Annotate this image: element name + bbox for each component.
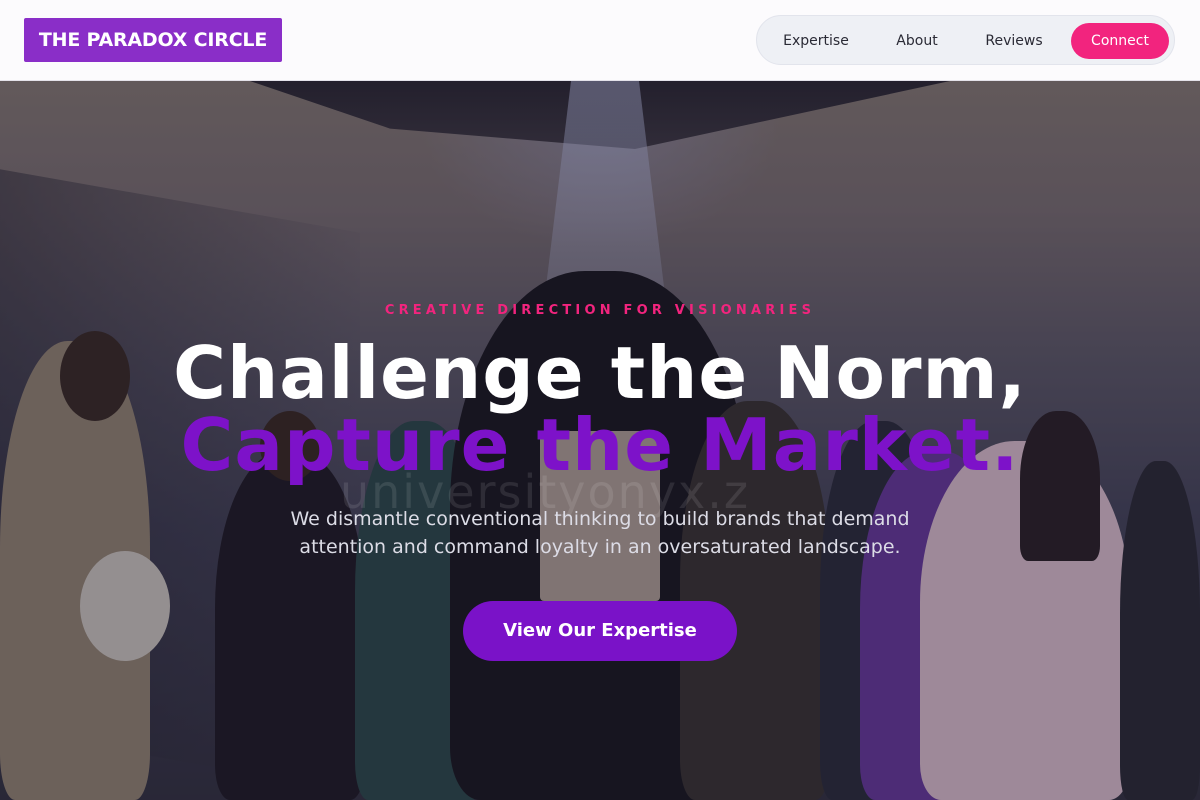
connect-button[interactable]: Connect [1071, 23, 1169, 59]
hero-section: universityonyx.z CREATIVE DIRECTION FOR … [0, 81, 1200, 800]
view-expertise-button[interactable]: View Our Expertise [463, 601, 737, 661]
nav-link-reviews[interactable]: Reviews [969, 23, 1059, 59]
brand-logo[interactable]: THE PARADOX CIRCLE [24, 18, 282, 62]
hero-title-line2: Capture the Market. [180, 403, 1020, 487]
site-header: THE PARADOX CIRCLE Expertise About Revie… [0, 0, 1200, 81]
nav-link-expertise[interactable]: Expertise [769, 23, 863, 59]
main-nav: Expertise About Reviews Connect [756, 15, 1175, 65]
hero-subtitle: We dismantle conventional thinking to bu… [290, 508, 910, 558]
hero-title-line1: Challenge the Norm, [173, 331, 1027, 415]
hero-eyebrow: CREATIVE DIRECTION FOR VISIONARIES [384, 303, 816, 318]
nav-link-about[interactable]: About [877, 23, 957, 59]
